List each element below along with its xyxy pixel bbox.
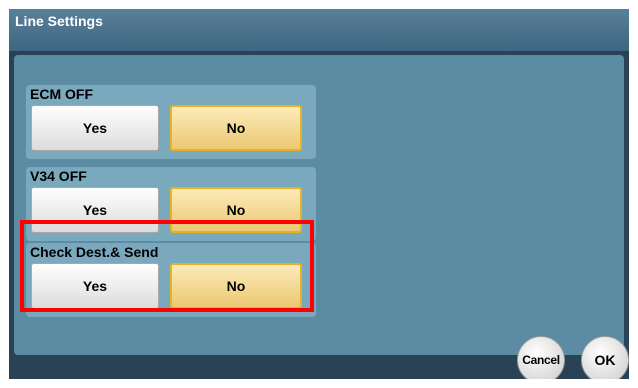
ecm-off-no-button[interactable]: No: [170, 105, 302, 151]
cancel-button[interactable]: Cancel: [517, 336, 565, 379]
setting-label-ecm-off: ECM OFF: [30, 86, 93, 102]
ecm-off-yes-button[interactable]: Yes: [31, 105, 159, 151]
ok-button[interactable]: OK: [581, 336, 629, 379]
page-title: Line Settings: [15, 13, 103, 29]
title-bar: Line Settings: [9, 9, 629, 51]
setting-group-ecm-off: ECM OFF Yes No: [26, 85, 316, 159]
selection-highlight-frame: [20, 220, 314, 312]
line-settings-screen: Line Settings ECM OFF Yes No V34 OFF Yes…: [9, 9, 629, 379]
setting-label-v34-off: V34 OFF: [30, 168, 87, 184]
